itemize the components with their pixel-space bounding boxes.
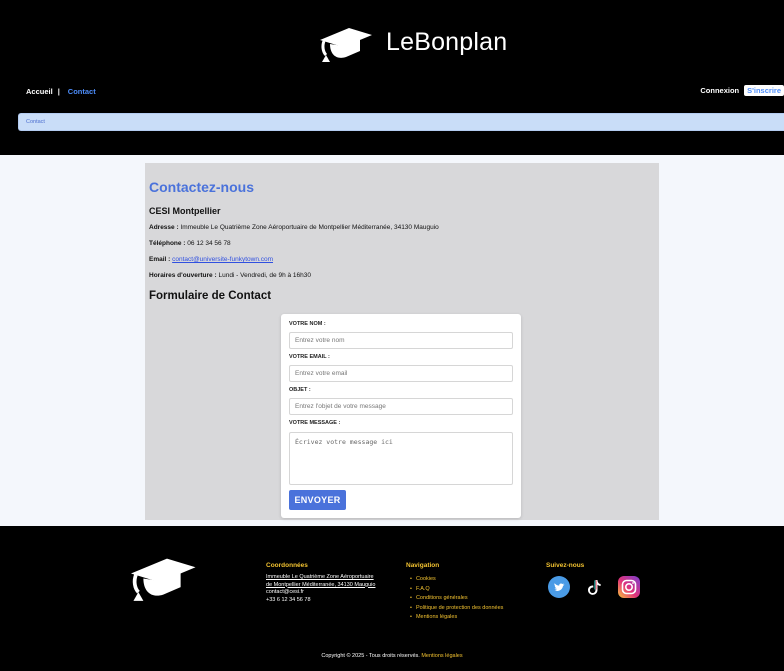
breadcrumb: Contact: [18, 113, 784, 131]
tiktok-icon: [588, 580, 601, 595]
hours-label: Horaires d'ouverture :: [149, 272, 217, 279]
footer-address-line2[interactable]: de Montpellier Méditerranée, 34130 Maugu…: [266, 582, 375, 590]
login-link[interactable]: Connexion: [700, 86, 739, 95]
phone-label: Téléphone :: [149, 240, 186, 247]
phone-line: Téléphone : 06 12 34 56 78: [149, 240, 231, 247]
nav-separator: |: [57, 87, 60, 96]
breadcrumb-current: Contact: [26, 119, 45, 125]
instagram-icon: [618, 576, 640, 598]
copyright-text: Copyright © 2025 - Tous droits réservés.: [321, 653, 420, 659]
email-link[interactable]: contact@universite-funkytown.com: [172, 256, 273, 263]
instagram-link[interactable]: [618, 576, 640, 598]
message-label: VOTRE MESSAGE :: [289, 420, 341, 426]
page-title: Contactez-nous: [149, 179, 254, 195]
email-line: Email : contact@universite-funkytown.com: [149, 256, 273, 263]
nav-contact-link[interactable]: Contact: [68, 87, 96, 96]
email-label: Email :: [149, 256, 171, 263]
address-value: Immeuble Le Quatrième Zone Aéroportuaire…: [180, 224, 439, 231]
form-title: Formulaire de Contact: [149, 290, 272, 302]
subject-label: OBJET :: [289, 387, 311, 393]
message-textarea[interactable]: Écrivez votre message ici: [289, 432, 513, 485]
twitter-icon: [548, 576, 570, 598]
graduation-cap-icon: [130, 558, 196, 601]
campus-name: CESI Montpellier: [149, 206, 221, 216]
footer-nav-terms[interactable]: Conditions générales: [410, 594, 503, 604]
footer-phone: +33 6 12 34 56 78: [266, 596, 311, 603]
footer-social-title: Suivez-nous: [546, 562, 585, 569]
account-nav: Connexion S'inscrire: [700, 85, 784, 96]
site-header: LeBonplan Accueil | Contact Connexion S'…: [0, 0, 784, 155]
name-input[interactable]: Entrez votre nom: [289, 332, 513, 349]
footer-nav-list: Cookies F.A.Q Conditions générales Polit…: [410, 575, 503, 623]
site-footer: Coordonnées Immeuble Le Quatrième Zone A…: [0, 526, 784, 671]
email-input[interactable]: Entrez votre email: [289, 365, 513, 382]
footer-address: Immeuble Le Quatrième Zone Aéroportuaire…: [266, 574, 375, 604]
twitter-link[interactable]: [548, 576, 570, 598]
footer-nav-faq[interactable]: F.A.Q: [410, 585, 503, 595]
address-label: Adresse :: [149, 224, 179, 231]
social-links: [548, 576, 653, 598]
tiktok-link[interactable]: [583, 576, 605, 598]
copyright: Copyright © 2025 - Tous droits réservés.…: [0, 653, 784, 659]
contact-form: VOTRE NOM : Entrez votre nom VOTRE EMAIL…: [281, 314, 521, 518]
contact-panel: Contactez-nous CESI Montpellier Adresse …: [145, 163, 659, 520]
footer-coords-title: Coordonnées: [266, 562, 308, 569]
hours-value: Lundi - Vendredi, de 9h à 16h30: [218, 272, 311, 279]
brand-logo[interactable]: LeBonplan: [316, 22, 507, 62]
phone-value: 06 12 34 56 78: [187, 240, 231, 247]
signup-button[interactable]: S'inscrire: [744, 85, 784, 96]
copyright-legal-link[interactable]: Mentions légales: [421, 653, 462, 659]
footer-email: contact@cesi.fr: [266, 589, 304, 595]
address-line: Adresse : Immeuble Le Quatrième Zone Aér…: [149, 224, 439, 231]
nav-home-link[interactable]: Accueil: [26, 87, 53, 96]
name-label: VOTRE NOM :: [289, 321, 326, 327]
email-field-label: VOTRE EMAIL :: [289, 354, 330, 360]
hours-line: Horaires d'ouverture : Lundi - Vendredi,…: [149, 272, 311, 279]
footer-nav-title: Navigation: [406, 562, 440, 569]
brand-name: LeBonplan: [386, 27, 508, 56]
footer-nav-legal[interactable]: Mentions légales: [410, 613, 503, 623]
footer-logo: [126, 551, 198, 606]
main-nav: Accueil | Contact: [26, 87, 96, 96]
graduation-cap-icon: [320, 28, 372, 62]
submit-button[interactable]: ENVOYER: [289, 490, 346, 510]
footer-address-line1[interactable]: Immeuble Le Quatrième Zone Aéroportuaire: [266, 574, 375, 582]
footer-nav-privacy[interactable]: Politique de protection des données: [410, 604, 503, 614]
subject-input[interactable]: Entrez l'objet de votre message: [289, 398, 513, 415]
footer-nav-cookies[interactable]: Cookies: [410, 575, 503, 585]
